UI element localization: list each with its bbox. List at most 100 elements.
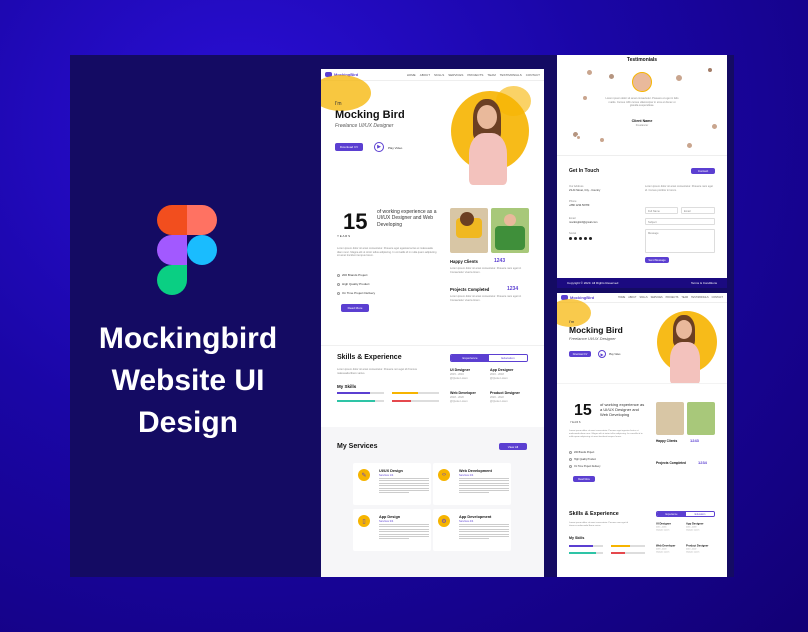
nav-item[interactable]: SERVICES [651,296,663,299]
skills-section: Skills & Experience Lorem ipsum dolor si… [321,345,544,427]
avatar[interactable] [675,74,683,82]
nav-item[interactable]: HOME [407,73,416,77]
nav-item[interactable]: ABOUT [420,73,430,77]
stat-description: Lorem ipsum dolor sit amet consectetur. … [450,295,522,302]
nav-item[interactable]: CONTACT [526,73,540,77]
my-skills-label: My Skills [337,384,357,389]
terms-link[interactable]: Terms & Conditions [691,281,717,285]
happy-clients-value: 1243 [494,258,506,264]
work-photo-2 [687,402,715,435]
avatar[interactable] [576,135,581,140]
happy-clients-label: Happy Clients [450,259,478,264]
email-field[interactable]: Email [681,207,715,214]
message-field[interactable]: Message [645,229,715,253]
read-more-button[interactable]: Read More [573,476,595,482]
experience-date: 2015 - 2016 [450,373,464,376]
service-text-lines [379,524,429,541]
nav-item[interactable]: PROJECTS [467,73,483,77]
skills-description: Lorem ipsum dolor sit amet consectetur. … [569,522,628,528]
view-all-button[interactable]: View All [499,443,527,450]
twitter-icon[interactable] [579,237,582,240]
nav-item[interactable]: SKILLS [434,73,444,77]
phone-icon: ▯ [358,515,370,527]
my-skills-label: My Skills [569,536,585,540]
client-name: Client Name [631,119,653,123]
avatar[interactable] [707,67,713,73]
website-mockup-main: MockingBird HOMEABOUTSKILLSSERVICESPROJE… [321,69,544,577]
experience-title: Web Developer [450,391,476,395]
download-cv-button[interactable]: Download CV [569,351,591,357]
experience-company: @Quote Lorem [656,550,670,553]
client-role: Freelancer [635,124,649,127]
service-title: Web Development [459,469,492,473]
avatar[interactable] [599,137,605,143]
nav-item[interactable]: TESTIMONIALS [500,73,522,77]
happy-clients-label: Happy Clients [656,439,678,443]
play-video-label: Play Video [388,146,403,150]
stat-description: Lorem ipsum dolor sit amet consectetur. … [450,267,522,274]
skill-bar [392,400,439,402]
about-section: 15 Y E A R S of working experience as a … [557,383,727,503]
nav-item[interactable]: PROJECTS [666,296,679,299]
experience-company: @Quote Lorem [656,528,670,531]
tab-experience[interactable]: Experience [451,355,489,361]
service-subtitle: Services 4/4 [459,520,474,523]
experience-item: UI Designer 2015 - 2016 @Quote Lorem [450,368,470,380]
tab-education[interactable]: Education [685,512,714,516]
services-title: My Services [337,443,378,450]
experience-item: UI Designer 2015 - 2016 @Quote Lorem [656,522,671,531]
contact-title: Get In Touch [569,168,600,174]
hero-role: Freelance UI/UX Designer [335,123,394,129]
dribbble-icon[interactable] [589,237,592,240]
nav-item[interactable]: SKILLS [639,296,647,299]
service-subtitle: Services 3/4 [379,520,394,523]
tab-education[interactable]: Education [489,355,527,361]
nav-item[interactable]: TEAM [681,296,688,299]
experience-item: App Designer 2016 - 2018 @Quote Lorem [490,368,513,380]
service-text-lines [379,478,429,495]
linkedin-icon[interactable] [584,237,587,240]
instagram-icon[interactable] [574,237,577,240]
experience-title: App Designer [490,368,514,372]
service-subtitle: Services 1/4 [379,474,394,477]
phone-value: +880 1234 56789 [569,204,590,207]
hero-section: I'm Mocking Bird Freelance UI/UX Designe… [321,75,544,185]
about-description: Lorem ipsum dolor sit amet consectetur. … [337,247,437,258]
title-line-2: Website UI [111,364,265,397]
service-card[interactable]: ✎ UI/UX Design Services 1/4 [353,463,431,505]
avatar[interactable] [586,69,593,76]
facebook-icon[interactable] [569,237,572,240]
play-video-button[interactable]: ▶ [598,350,606,358]
skills-description: Lorem ipsum dolor sit amet consectetur. … [337,368,417,375]
experience-company: @Quote Lorem [490,377,508,380]
nav-item[interactable]: ABOUT [628,296,636,299]
download-cv-button[interactable]: Download CV [335,143,363,151]
read-more-button[interactable]: Read More [341,304,369,312]
send-message-button[interactable]: Send Message [645,257,669,263]
happy-clients-value: 1243 [690,438,699,443]
avatar[interactable] [686,142,693,149]
service-card[interactable]: ⚙ App Development Services 4/4 [433,509,511,551]
check-item: High Quality Product [337,282,370,286]
service-card[interactable]: ‹› Web Development Services 2/4 [433,463,511,505]
nav-item[interactable]: SERVICES [448,73,463,77]
nav-item[interactable]: TEAM [487,73,495,77]
nav-item[interactable]: HOME [618,296,625,299]
avatar[interactable] [582,95,588,101]
play-icon: ▶ [377,144,381,150]
play-video-button[interactable]: ▶ [374,142,384,152]
social-icons [569,237,592,240]
nav-item[interactable]: TESTIMONIALS [691,296,709,299]
experience-title: Product Designer [686,544,709,547]
nav-item[interactable]: CONTACT [712,296,723,299]
experience-date: 2016 - 2018 [490,373,504,376]
subject-field[interactable]: Subject [645,218,715,225]
service-card[interactable]: ▯ App Design Services 3/4 [353,509,431,551]
experience-title: UI Designer [450,368,470,372]
avatar[interactable] [608,73,615,80]
testimonial-quote: Lorem ipsum dolor sit amet consectetur. … [605,97,679,108]
paint-splash [496,86,531,116]
tab-experience[interactable]: Experience [657,512,686,516]
contact-button[interactable]: Contact [691,168,715,174]
full-name-field[interactable]: Full Name [645,207,678,214]
